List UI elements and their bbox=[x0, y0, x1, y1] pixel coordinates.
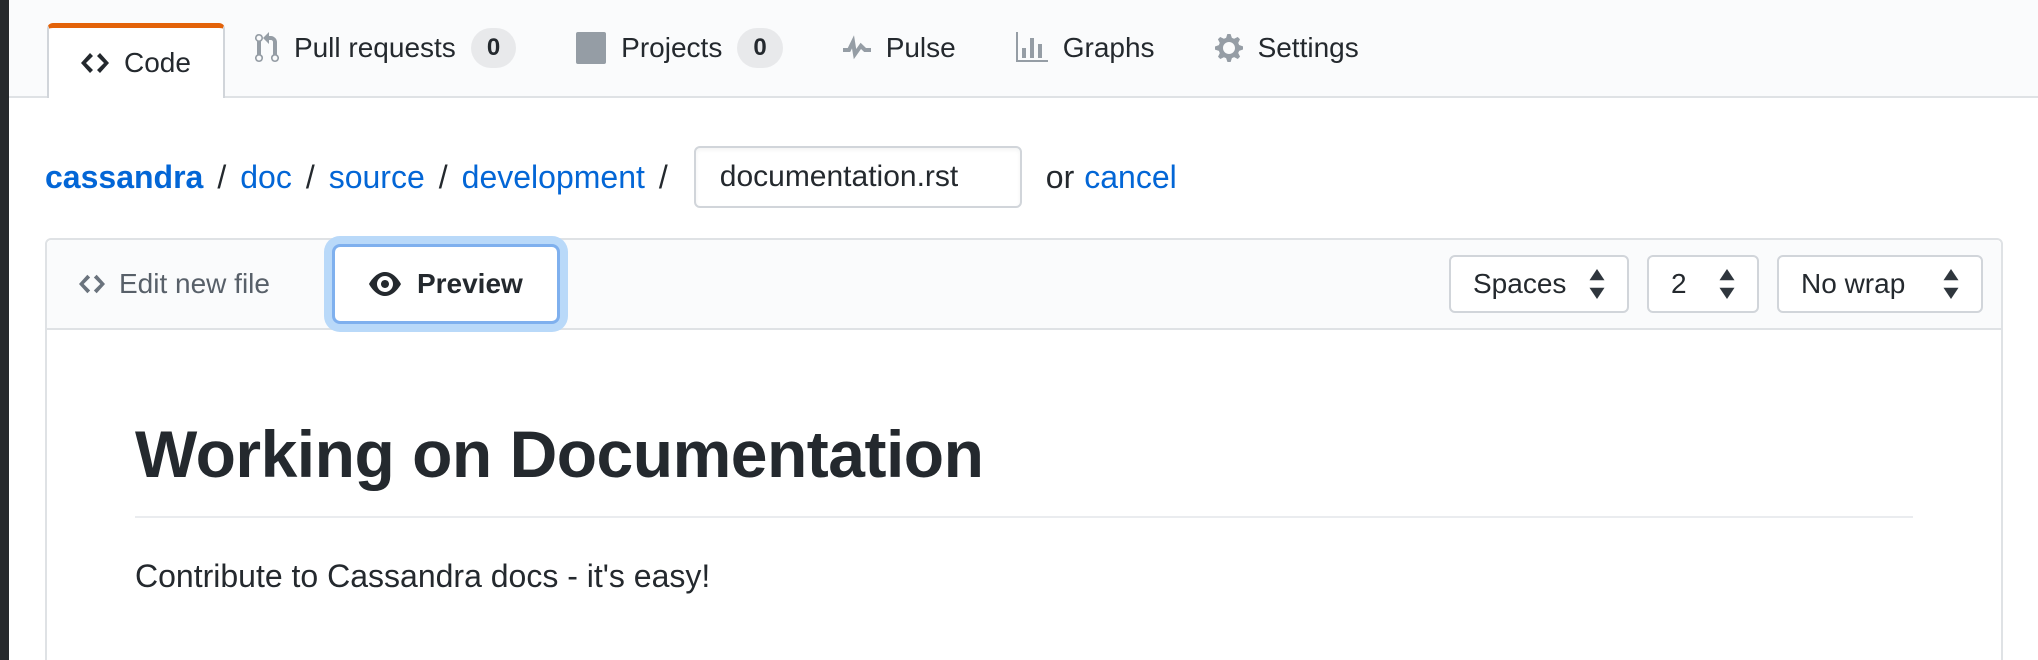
select-arrows-icon bbox=[1941, 269, 1961, 299]
nav-tab-graphs[interactable]: Graphs bbox=[986, 0, 1185, 96]
gear-icon bbox=[1215, 32, 1243, 64]
breadcrumb-link-development[interactable]: development bbox=[462, 159, 645, 196]
editor-toolbar: Edit new file Preview Spaces 2 bbox=[47, 240, 2001, 330]
nav-tab-label: Code bbox=[124, 47, 191, 79]
or-text: or bbox=[1046, 159, 1074, 196]
markdown-preview-body: Working on Documentation Contribute to C… bbox=[47, 416, 2001, 595]
pulse-icon bbox=[843, 32, 871, 64]
line-wrap-select[interactable]: No wrap bbox=[1777, 255, 1983, 313]
tab-edit-label: Edit new file bbox=[119, 268, 270, 300]
preview-paragraph: Contribute to Cassandra docs - it's easy… bbox=[135, 558, 1913, 595]
editor-settings-group: Spaces 2 No wrap bbox=[1449, 255, 1983, 313]
code-icon bbox=[79, 269, 105, 299]
pull-requests-counter: 0 bbox=[471, 28, 516, 68]
breadcrumb-link-source[interactable]: source bbox=[329, 159, 425, 196]
code-icon bbox=[81, 47, 109, 79]
breadcrumb-repo-link[interactable]: cassandra bbox=[45, 159, 203, 196]
file-editor-panel: Edit new file Preview Spaces 2 bbox=[45, 238, 2003, 660]
eye-icon bbox=[369, 268, 401, 300]
filename-input[interactable] bbox=[694, 146, 1022, 208]
main-column: Code Pull requests 0 Projects 0 Pulse Gr… bbox=[9, 0, 2038, 660]
nav-tab-label: Pulse bbox=[886, 32, 956, 64]
cancel-link[interactable]: cancel bbox=[1084, 159, 1177, 196]
tab-preview-label: Preview bbox=[417, 268, 523, 300]
indent-width-value: 2 bbox=[1671, 268, 1687, 300]
breadcrumb-link-doc[interactable]: doc bbox=[240, 159, 292, 196]
nav-tab-projects[interactable]: Projects 0 bbox=[546, 0, 813, 96]
nav-tab-code[interactable]: Code bbox=[47, 23, 225, 98]
breadcrumb: cassandra / doc / source / development /… bbox=[45, 146, 2038, 208]
select-arrows-icon bbox=[1717, 269, 1737, 299]
nav-tab-settings[interactable]: Settings bbox=[1185, 0, 1389, 96]
indent-mode-value: Spaces bbox=[1473, 268, 1566, 300]
nav-tab-label: Graphs bbox=[1063, 32, 1155, 64]
line-wrap-value: No wrap bbox=[1801, 268, 1905, 300]
projects-counter: 0 bbox=[737, 28, 782, 68]
screen-left-edge bbox=[0, 0, 9, 660]
breadcrumb-separator: / bbox=[306, 159, 315, 196]
nav-tab-label: Settings bbox=[1258, 32, 1359, 64]
nav-tab-pulse[interactable]: Pulse bbox=[813, 0, 986, 96]
breadcrumb-separator: / bbox=[659, 159, 668, 196]
github-edit-file-screen: Code Pull requests 0 Projects 0 Pulse Gr… bbox=[0, 0, 2038, 660]
nav-tab-pull-requests[interactable]: Pull requests 0 bbox=[225, 0, 546, 96]
tab-preview[interactable]: Preview bbox=[332, 244, 560, 324]
tab-edit-new-file[interactable]: Edit new file bbox=[79, 268, 300, 300]
nav-tab-label: Projects bbox=[621, 32, 722, 64]
repo-nav: Code Pull requests 0 Projects 0 Pulse Gr… bbox=[9, 0, 2038, 98]
select-arrows-icon bbox=[1587, 269, 1607, 299]
indent-mode-select[interactable]: Spaces bbox=[1449, 255, 1629, 313]
git-pull-request-icon bbox=[255, 32, 279, 64]
nav-tab-label: Pull requests bbox=[294, 32, 456, 64]
preview-heading: Working on Documentation bbox=[135, 416, 1913, 518]
graph-icon bbox=[1016, 32, 1048, 64]
breadcrumb-separator: / bbox=[217, 159, 226, 196]
indent-width-select[interactable]: 2 bbox=[1647, 255, 1759, 313]
breadcrumb-separator: / bbox=[439, 159, 448, 196]
project-icon bbox=[576, 32, 606, 64]
